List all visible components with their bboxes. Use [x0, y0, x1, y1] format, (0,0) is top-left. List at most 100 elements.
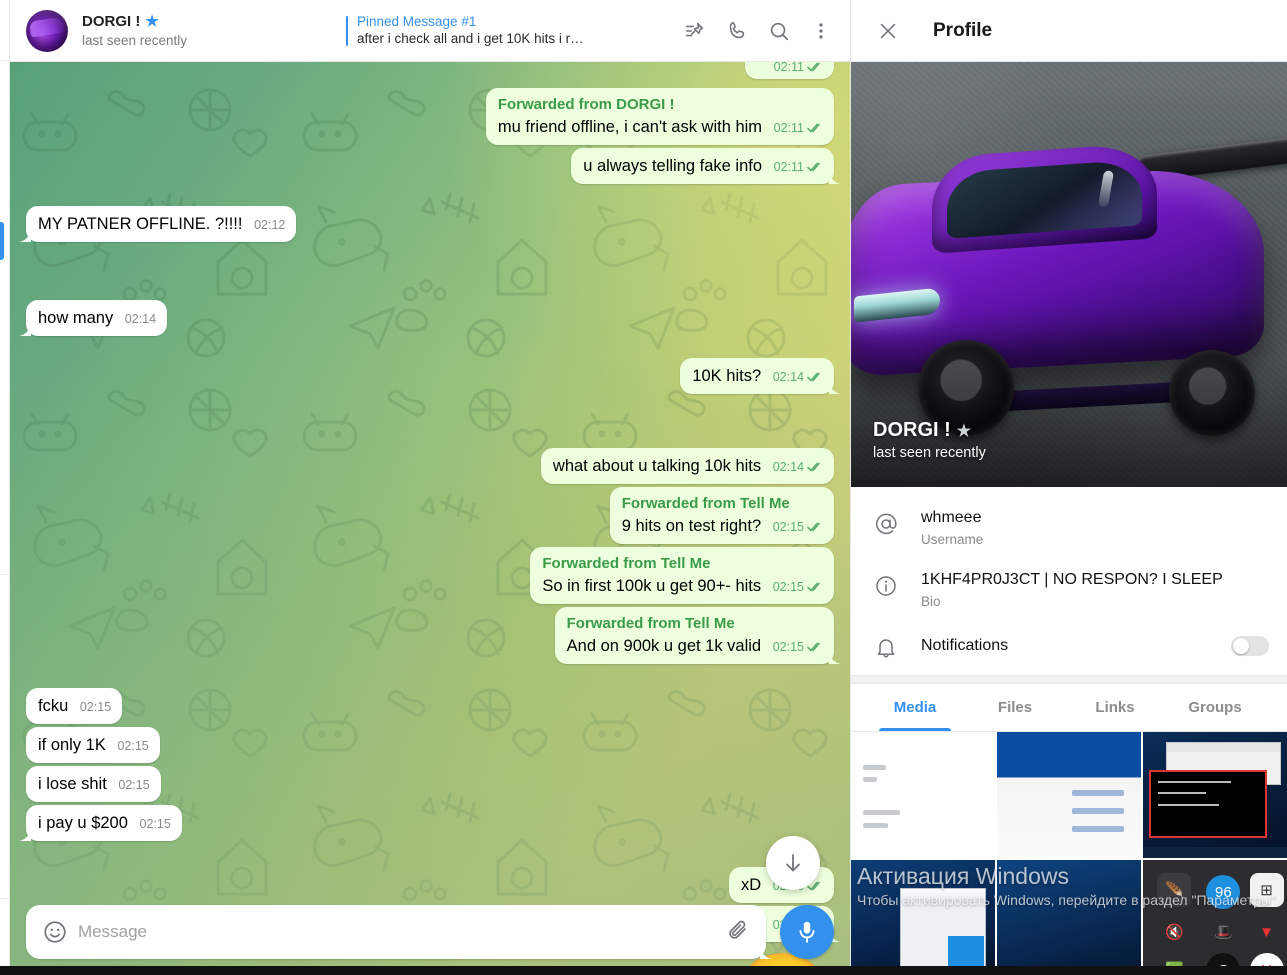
message-meta: 02:15	[773, 580, 823, 594]
pinned-message-bar[interactable]: Pinned Message #1 after i check all and …	[346, 13, 682, 48]
message-row: i pay u $200 02:15	[26, 805, 834, 841]
profile-name: DORGI !	[873, 419, 951, 441]
message-time: 02:15	[772, 580, 804, 594]
message-time: 02:12	[254, 218, 286, 232]
forwarded-label: Forwarded from Tell Me	[621, 495, 790, 512]
message-bubble[interactable]: Forwarded from DORGI ! mu friend offline…	[485, 88, 834, 145]
message-list[interactable]: 02:11 Forwarded from DORGI ! mu friend o…	[10, 62, 850, 975]
message-bubble-partial[interactable]: 02:11	[745, 62, 834, 79]
scroll-to-bottom-button[interactable]	[766, 836, 820, 890]
profile-separator	[851, 675, 1287, 684]
message-row: u always telling fake info 02:11	[26, 148, 834, 184]
media-thumb-blue-desktop-window[interactable]	[851, 860, 995, 975]
message-time: 02:11	[773, 62, 804, 74]
message-bubble[interactable]: how many 02:14	[26, 300, 168, 336]
pinned-list-icon[interactable]	[682, 18, 708, 44]
pinned-message-label: Pinned Message #1	[357, 14, 477, 29]
message-input-wrapper[interactable]: Message	[26, 905, 766, 959]
more-vertical-icon[interactable]	[808, 18, 834, 44]
message-bubble[interactable]: Forwarded from Tell Me 9 hits on test ri…	[609, 487, 834, 544]
message-meta: 02:15	[80, 700, 111, 714]
messages-scroll-area[interactable]: 02:11 Forwarded from DORGI ! mu friend o…	[10, 62, 850, 975]
message-meta: 02:15	[117, 739, 148, 753]
media-thumb-dark-desktop-cmd[interactable]	[1143, 732, 1287, 858]
media-thumb-dark-icon-panel[interactable]: 🪶 96 ⊞ 🔇 🎩 ▼ 🟩 G Y	[1143, 860, 1287, 975]
message-bubble[interactable]: MY PATNER OFFLINE. ?!!!! 02:12	[26, 206, 297, 242]
forwarded-label: Forwarded from Tell Me	[542, 555, 711, 572]
telegram-window: DORGI ! ★ last seen recently Pinned Mess…	[0, 0, 1287, 975]
message-row: Forwarded from Tell Me And on 900k u get…	[26, 607, 834, 664]
microphone-icon[interactable]	[780, 905, 834, 959]
tab-groups[interactable]: Groups	[1165, 684, 1265, 731]
tab-links[interactable]: Links	[1065, 684, 1165, 731]
window-bottom-strip	[0, 966, 1287, 975]
avatar[interactable]	[26, 9, 68, 52]
media-thumb-blue-desktop[interactable]	[997, 860, 1141, 975]
chat-title: DORGI ! ★	[82, 13, 282, 31]
media-grid: 🪶 96 ⊞ 🔇 🎩 ▼ 🟩 G Y ATLAN	[851, 732, 1287, 975]
read-checks-icon	[807, 371, 823, 383]
search-icon[interactable]	[766, 18, 792, 44]
chat-header-names[interactable]: DORGI ! ★ last seen recently	[82, 13, 282, 49]
message-bubble[interactable]: u always telling fake info 02:11	[571, 148, 834, 184]
message-meta: 02:15	[773, 520, 823, 534]
message-text: i pay u $200	[38, 814, 128, 832]
media-thumb-document-white[interactable]	[851, 732, 995, 858]
message-text: i lose shit	[38, 775, 107, 793]
notifications-label: Notifications	[921, 637, 1009, 654]
profile-row-bio[interactable]: 1KHF4PR0J3CT | NO RESPON? I SLEEP Bio	[851, 559, 1287, 621]
media-thumb-blue-banner[interactable]	[997, 732, 1141, 858]
chat-list-sliver[interactable]	[0, 0, 10, 975]
chat-list-divider	[0, 60, 9, 61]
message-bubble[interactable]: if only 1K 02:15	[26, 727, 160, 763]
notifications-toggle[interactable]	[1231, 636, 1269, 656]
message-text: 10K hits?	[692, 367, 762, 385]
message-time: 02:14	[772, 460, 804, 474]
verified-star-icon: ★	[145, 12, 159, 30]
smiley-icon[interactable]	[42, 919, 68, 945]
tab-media-label: Media	[893, 699, 937, 716]
badge-96-icon: 96	[1206, 875, 1241, 910]
message-text: xD	[740, 876, 762, 894]
chat-list-divider	[0, 574, 9, 575]
profile-tabs: Media Files Links Groups	[851, 684, 1287, 732]
profile-cover-photo[interactable]: DORGI ! ★ last seen recently	[851, 62, 1287, 487]
profile-name-block: DORGI ! ★ last seen recently	[873, 419, 986, 461]
message-meta: 02:15	[118, 778, 149, 792]
message-input[interactable]: Message	[78, 922, 714, 942]
tab-groups-label: Groups	[1188, 699, 1242, 716]
message-bubble[interactable]: Forwarded from Tell Me So in first 100k …	[530, 547, 834, 604]
profile-row-notifications[interactable]: Notifications	[851, 621, 1287, 671]
message-row: Forwarded from Tell Me 9 hits on test ri…	[26, 487, 834, 544]
forwarded-label: Forwarded from DORGI !	[497, 96, 675, 113]
read-checks-icon	[807, 461, 823, 473]
message-text: mu friend offline, i can't ask with him	[497, 118, 763, 136]
info-icon	[873, 573, 899, 599]
pinned-accent-bar	[346, 15, 348, 46]
message-row: how many 02:14	[26, 300, 834, 336]
message-text: So in first 100k u get 90+- hits	[542, 577, 762, 595]
phone-icon[interactable]	[724, 18, 750, 44]
message-time: 02:11	[773, 121, 804, 135]
message-meta: 02:11	[774, 160, 823, 174]
message-time: 02:15	[772, 520, 804, 534]
message-row: i lose shit 02:15	[26, 766, 834, 802]
profile-header: Profile	[851, 0, 1287, 62]
profile-title: Profile	[933, 19, 993, 41]
read-checks-icon	[807, 581, 823, 593]
tab-media[interactable]: Media	[865, 684, 965, 731]
message-bubble[interactable]: what about u talking 10k hits 02:14	[540, 448, 834, 484]
message-row: fcku 02:15	[26, 688, 834, 724]
close-icon[interactable]	[877, 20, 899, 42]
forwarded-label: Forwarded from Tell Me	[566, 615, 735, 632]
message-bubble[interactable]: fcku 02:15	[26, 688, 123, 724]
message-bubble[interactable]: 10K hits? 02:14	[680, 358, 834, 394]
message-bubble[interactable]: i lose shit 02:15	[26, 766, 161, 802]
message-bubble[interactable]: Forwarded from Tell Me And on 900k u get…	[554, 607, 834, 664]
gnome-icon: 🎩	[1214, 924, 1233, 942]
tab-files[interactable]: Files	[965, 684, 1065, 731]
message-bubble[interactable]: i pay u $200 02:15	[26, 805, 182, 841]
profile-row-username[interactable]: whmeee Username	[851, 497, 1287, 559]
message-time: 02:14	[772, 370, 804, 384]
paperclip-icon[interactable]	[726, 918, 750, 947]
